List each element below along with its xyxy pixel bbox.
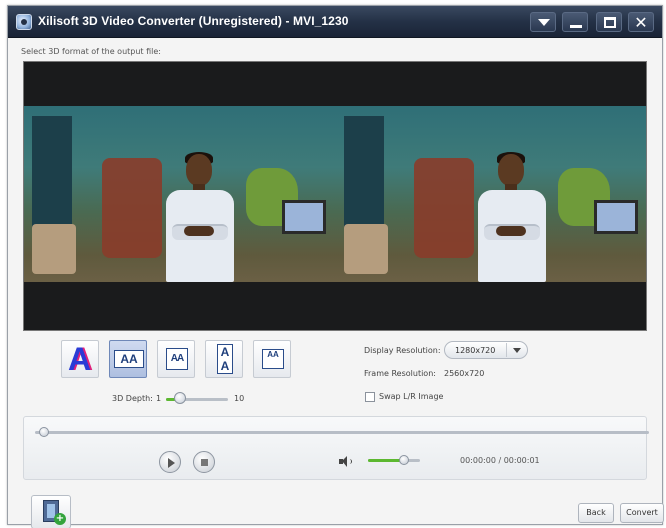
background-object	[102, 158, 162, 258]
add-file-button[interactable]: +	[31, 495, 71, 528]
background-tv	[594, 200, 638, 234]
person	[478, 152, 546, 282]
close-icon: ✕	[634, 13, 648, 32]
close-button[interactable]: ✕	[628, 12, 654, 32]
app-window: Xilisoft 3D Video Converter (Unregistere…	[7, 5, 664, 528]
anaglyph-icon: A	[68, 341, 92, 377]
side-by-side-half-icon: AA	[166, 348, 188, 370]
depth-label: 3D Depth:	[112, 394, 153, 403]
format-side-by-side-half-button[interactable]: AA	[157, 340, 195, 378]
side-by-side-icon: AA	[114, 350, 144, 368]
format-anaglyph-button[interactable]: A	[61, 340, 99, 378]
stop-button[interactable]	[193, 451, 215, 473]
shelf	[344, 116, 384, 236]
video-frame-right	[336, 106, 646, 282]
seek-bar-thumb[interactable]	[39, 427, 49, 437]
volume-slider-track[interactable]	[368, 459, 420, 462]
minimize-icon	[570, 25, 582, 28]
display-resolution-value: 1280x720	[455, 346, 496, 355]
swap-lr-label: Swap L/R Image	[379, 392, 444, 401]
person	[166, 152, 234, 282]
maximize-button[interactable]	[596, 12, 622, 32]
top-bottom-half-icon: AA	[262, 349, 284, 369]
format-side-by-side-button[interactable]: AA	[109, 340, 147, 378]
menu-button[interactable]	[530, 12, 556, 32]
playback-panel	[23, 416, 647, 480]
depth-min-label: 1	[156, 394, 162, 403]
playback-time: 00:00:00 / 00:00:01	[460, 456, 540, 465]
depth-max-label: 10	[234, 394, 245, 403]
frame-resolution-label: Frame Resolution:	[364, 369, 436, 378]
app-logo-icon	[16, 14, 32, 30]
maximize-icon	[604, 17, 616, 28]
video-frame-left	[24, 106, 336, 282]
back-button[interactable]: Back	[578, 503, 614, 523]
frame-resolution-value: 2560x720	[444, 369, 485, 378]
play-button[interactable]	[159, 451, 181, 473]
video-preview	[23, 61, 647, 331]
background-chair	[32, 224, 76, 274]
chevron-down-icon	[506, 343, 526, 357]
display-resolution-label: Display Resolution:	[364, 346, 441, 355]
background-object	[414, 158, 474, 258]
seek-bar-track[interactable]	[35, 431, 649, 434]
format-top-bottom-button[interactable]: AA	[205, 340, 243, 378]
add-icon: +	[54, 513, 66, 525]
minimize-button[interactable]	[562, 12, 588, 32]
window-title: Xilisoft 3D Video Converter (Unregistere…	[38, 14, 349, 28]
title-bar[interactable]: Xilisoft 3D Video Converter (Unregistere…	[8, 6, 662, 38]
3d-format-selector: A AA AA AA AA	[61, 340, 291, 384]
format-instruction: Select 3D format of the output file:	[21, 47, 161, 56]
top-bottom-icon: AA	[217, 344, 233, 374]
format-top-bottom-half-button[interactable]: AA	[253, 340, 291, 378]
convert-button[interactable]: Convert	[620, 503, 664, 523]
swap-lr-checkbox[interactable]	[365, 392, 375, 402]
background-tv	[282, 200, 326, 234]
menu-icon	[538, 19, 550, 26]
background-chair	[344, 224, 388, 274]
depth-slider-thumb[interactable]	[173, 392, 186, 404]
display-resolution-select[interactable]: 1280x720	[444, 341, 528, 359]
volume-icon[interactable]	[339, 456, 353, 467]
shelf	[32, 116, 72, 236]
